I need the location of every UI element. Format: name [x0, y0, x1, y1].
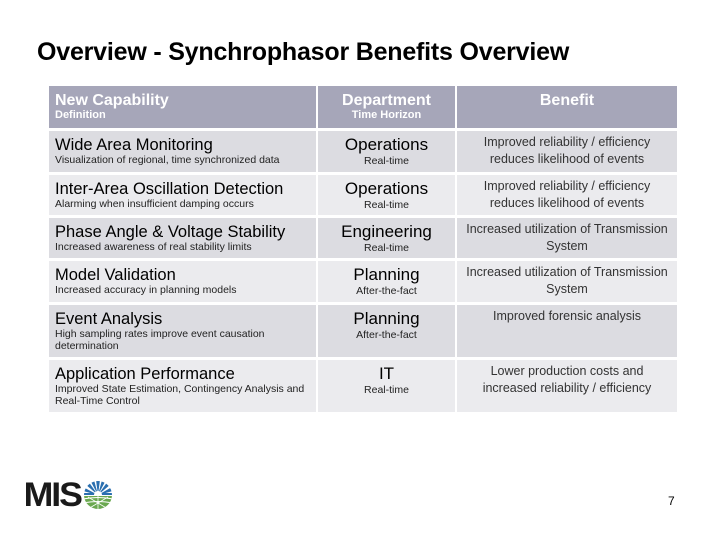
capability-cell: Phase Angle & Voltage Stability Increase…	[49, 218, 316, 258]
benefit-text: Increased utilization of Transmission Sy…	[466, 222, 668, 253]
department-name: Operations	[344, 135, 429, 154]
table-row: Application Performance Improved State E…	[49, 360, 677, 412]
benefit-cell: Improved forensic analysis	[457, 305, 677, 357]
time-horizon: Real-time	[364, 199, 409, 211]
capability-cell: Model Validation Increased accuracy in p…	[49, 261, 316, 302]
capability-title: Application Performance	[55, 365, 235, 383]
benefit-text: Improved reliability / efficiency reduce…	[483, 179, 651, 210]
benefit-cell: Increased utilization of Transmission Sy…	[457, 261, 677, 302]
capability-title: Model Validation	[55, 266, 176, 284]
time-horizon: Real-time	[364, 384, 409, 396]
header-time-horizon-label: Time Horizon	[351, 109, 422, 121]
time-horizon: After-the-fact	[356, 285, 417, 297]
department-cell: IT Real-time	[318, 360, 455, 412]
department-name: Planning	[353, 309, 420, 328]
miso-sun-globe-icon	[84, 481, 113, 509]
capability-definition: Visualization of regional, time synchron…	[55, 154, 280, 166]
capability-definition: Alarming when insufficient damping occur…	[55, 198, 254, 210]
table-row: Model Validation Increased accuracy in p…	[49, 261, 677, 302]
capability-definition: Increased accuracy in planning models	[55, 284, 237, 296]
benefit-cell: Improved reliability / efficiency reduce…	[457, 131, 677, 172]
capability-definition: Improved State Estimation, Contingency A…	[55, 383, 305, 407]
capability-cell: Application Performance Improved State E…	[49, 360, 316, 412]
capability-definition: Increased awareness of real stability li…	[55, 241, 252, 253]
header-benefit-label: Benefit	[539, 92, 595, 109]
department-cell: Planning After-the-fact	[318, 261, 455, 302]
miso-logo: MIS	[23, 476, 113, 514]
benefit-text: Lower production costs and increased rel…	[482, 364, 652, 395]
time-horizon: Real-time	[364, 155, 409, 167]
header-definition-label: Definition	[55, 109, 106, 121]
department-cell: Engineering Real-time	[318, 218, 455, 258]
header-benefit: Benefit	[457, 86, 677, 128]
slide-title: Overview - Synchrophasor Benefits Overvi…	[37, 38, 570, 66]
time-horizon: Real-time	[364, 242, 409, 254]
capability-title: Phase Angle & Voltage Stability	[55, 223, 286, 241]
logo-wordmark: MIS	[23, 476, 83, 514]
benefit-cell: Improved reliability / efficiency reduce…	[457, 175, 677, 215]
capability-cell: Event Analysis High sampling rates impro…	[49, 305, 316, 357]
time-horizon: After-the-fact	[356, 329, 417, 341]
department-cell: Planning After-the-fact	[318, 305, 455, 357]
benefit-text: Increased utilization of Transmission Sy…	[466, 265, 668, 296]
table-row: Phase Angle & Voltage Stability Increase…	[49, 218, 677, 258]
capability-definition: High sampling rates improve event causat…	[55, 328, 265, 352]
table-row: Wide Area Monitoring Visualization of re…	[49, 131, 677, 172]
benefit-text: Improved forensic analysis	[493, 309, 641, 323]
benefit-cell: Increased utilization of Transmission Sy…	[457, 218, 677, 258]
department-cell: Operations Real-time	[318, 175, 455, 215]
benefits-table: New Capability Definition Department Tim…	[49, 86, 677, 415]
header-capability: New Capability Definition	[49, 86, 316, 128]
department-name: Engineering	[341, 222, 432, 241]
table-row: Inter-Area Oscillation Detection Alarmin…	[49, 175, 677, 215]
table-row: Event Analysis High sampling rates impro…	[49, 305, 677, 357]
capability-cell: Inter-Area Oscillation Detection Alarmin…	[49, 175, 316, 215]
table-header-row: New Capability Definition Department Tim…	[49, 86, 677, 128]
department-name: IT	[378, 364, 395, 383]
benefit-cell: Lower production costs and increased rel…	[457, 360, 677, 412]
header-capability-label: New Capability	[55, 92, 169, 109]
page-number: 7	[668, 494, 675, 508]
capability-title: Inter-Area Oscillation Detection	[55, 180, 284, 198]
capability-title: Wide Area Monitoring	[55, 136, 213, 154]
header-department: Department Time Horizon	[318, 86, 455, 128]
benefit-text: Improved reliability / efficiency reduce…	[483, 135, 651, 166]
capability-cell: Wide Area Monitoring Visualization of re…	[49, 131, 316, 172]
department-name: Operations	[344, 179, 429, 198]
department-cell: Operations Real-time	[318, 131, 455, 172]
department-name: Planning	[353, 265, 420, 284]
header-department-label: Department	[342, 92, 431, 109]
capability-title: Event Analysis	[55, 310, 163, 328]
